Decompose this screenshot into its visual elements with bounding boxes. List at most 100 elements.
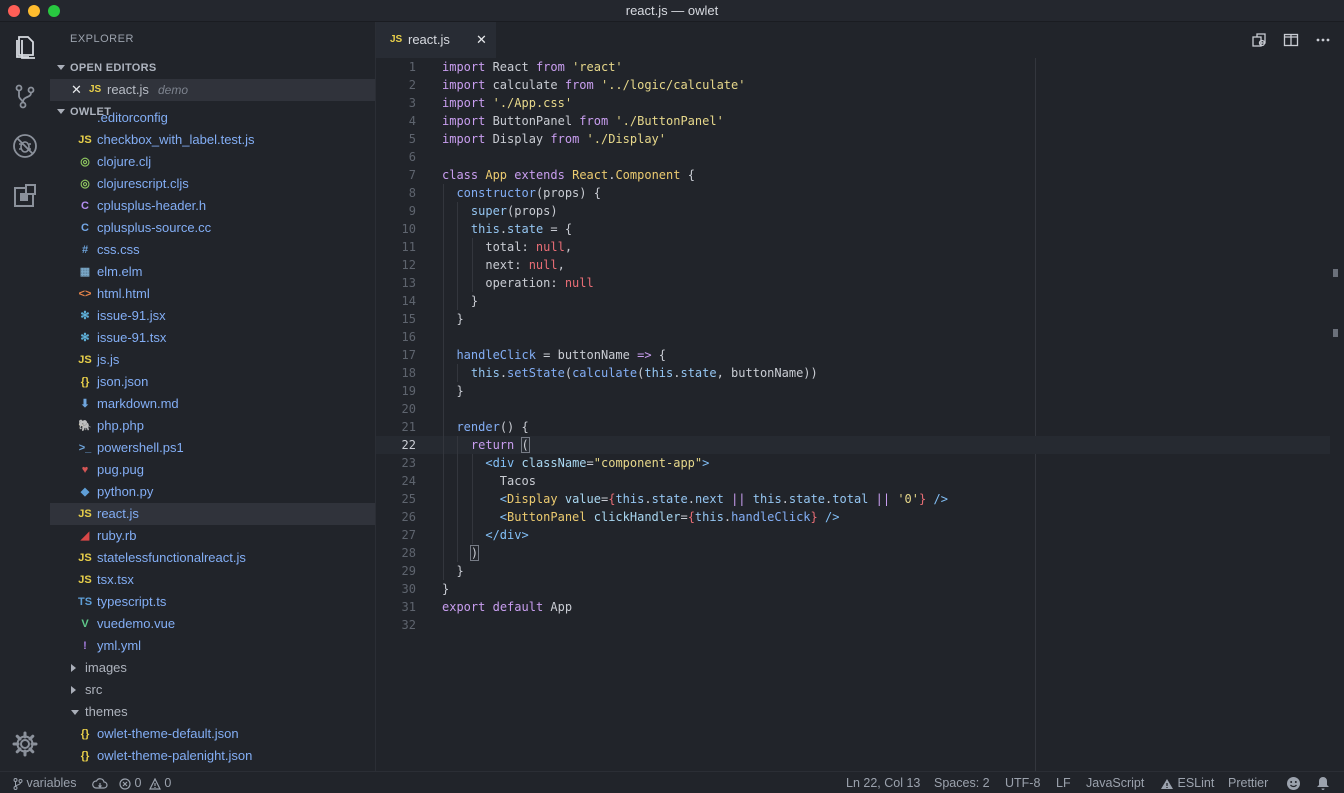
split-editor-icon[interactable]: [1282, 31, 1300, 49]
code-line[interactable]: 23 <div className="component-app">: [376, 454, 1330, 472]
problems-indicator[interactable]: 0 0: [119, 772, 171, 793]
warning-count: 0: [164, 776, 172, 790]
folder-themes[interactable]: themes: [50, 701, 375, 723]
open-editors-section[interactable]: OPEN EDITORS: [50, 57, 375, 79]
file-item[interactable]: JS js.js: [50, 349, 375, 371]
code-line[interactable]: 12 next: null,: [376, 256, 1330, 274]
branch-indicator[interactable]: variables: [13, 772, 77, 793]
sync-icon[interactable]: [92, 772, 108, 793]
code-line[interactable]: 14 }: [376, 292, 1330, 310]
code-line[interactable]: 6: [376, 148, 1330, 166]
encoding[interactable]: UTF-8: [1005, 772, 1040, 793]
file-item[interactable]: ✻ issue-91.jsx: [50, 305, 375, 327]
file-name: ruby.rb: [97, 528, 137, 543]
file-item[interactable]: ! yml.yml: [50, 635, 375, 657]
notifications-bell-icon[interactable]: [1316, 772, 1330, 793]
file-item[interactable]: .editorconfig: [50, 107, 375, 129]
code-line[interactable]: 1 import React from 'react': [376, 58, 1330, 76]
open-changes-icon[interactable]: [1250, 31, 1268, 49]
file-type-icon: 🐘: [78, 420, 92, 432]
scrollbar-marker[interactable]: [1333, 269, 1338, 277]
language-mode[interactable]: JavaScript: [1086, 772, 1144, 793]
open-editor-item[interactable]: ✕ JS react.js demo: [50, 79, 375, 101]
code-line[interactable]: 11 total: null,: [376, 238, 1330, 256]
file-item[interactable]: JS statelessfunctionalreact.js: [50, 547, 375, 569]
file-item[interactable]: >_ powershell.ps1: [50, 437, 375, 459]
code-line[interactable]: 32: [376, 616, 1330, 634]
code-line[interactable]: 21 render() {: [376, 418, 1330, 436]
file-name: owlet-theme-default.json: [97, 726, 239, 741]
file-item[interactable]: {} owlet-theme-default.json: [50, 723, 375, 745]
file-item[interactable]: ◎ clojurescript.cljs: [50, 173, 375, 195]
tab-react-js[interactable]: JS react.js ✕: [376, 22, 496, 58]
code-line[interactable]: 31 export default App: [376, 598, 1330, 616]
file-item[interactable]: ▦ elm.elm: [50, 261, 375, 283]
close-icon[interactable]: ✕: [71, 79, 82, 101]
code-line[interactable]: 7 class App extends React.Component {: [376, 166, 1330, 184]
code-line[interactable]: 18 this.setState(calculate(this.state, b…: [376, 364, 1330, 382]
file-item[interactable]: ⬇ markdown.md: [50, 393, 375, 415]
code-line[interactable]: 10 this.state = {: [376, 220, 1330, 238]
open-editor-description: demo: [158, 83, 189, 97]
cursor-position[interactable]: Ln 22, Col 13: [846, 772, 920, 793]
code-line[interactable]: 19 }: [376, 382, 1330, 400]
code-line[interactable]: 26 <ButtonPanel clickHandler={this.handl…: [376, 508, 1330, 526]
code-line[interactable]: 22 return (: [376, 436, 1330, 454]
code-line[interactable]: 2 import calculate from '../logic/calcula…: [376, 76, 1330, 94]
source-control-icon[interactable]: [9, 80, 41, 112]
code-line[interactable]: 28 ): [376, 544, 1330, 562]
file-item[interactable]: 🐘 php.php: [50, 415, 375, 437]
code-line[interactable]: 8 constructor(props) {: [376, 184, 1330, 202]
file-item[interactable]: {} json.json: [50, 371, 375, 393]
explorer-icon[interactable]: [9, 31, 41, 63]
eslint-label: ESLint: [1177, 776, 1215, 790]
code-line[interactable]: 9 super(props): [376, 202, 1330, 220]
line-number: 10: [401, 222, 416, 236]
extensions-icon[interactable]: [9, 180, 41, 212]
code-editor[interactable]: 1 import React from 'react' 2 import calcul…: [376, 58, 1344, 771]
indent-guide: [443, 184, 444, 580]
code-line[interactable]: 5 import Display from './Display': [376, 130, 1330, 148]
folder-images[interactable]: images: [50, 657, 375, 679]
feedback-smiley-icon[interactable]: [1286, 772, 1301, 793]
indentation[interactable]: Spaces: 2: [934, 772, 990, 793]
code-line[interactable]: 27 </div>: [376, 526, 1330, 544]
code-line[interactable]: 3 import './App.css': [376, 94, 1330, 112]
code-line[interactable]: 17 handleClick = buttonName => {: [376, 346, 1330, 364]
file-item[interactable]: # css.css: [50, 239, 375, 261]
settings-gear-icon[interactable]: [9, 728, 41, 760]
file-item[interactable]: ✻ issue-91.tsx: [50, 327, 375, 349]
file-item[interactable]: ◢ ruby.rb: [50, 525, 375, 547]
file-item[interactable]: ♥ pug.pug: [50, 459, 375, 481]
file-item[interactable]: TS typescript.ts: [50, 591, 375, 613]
chevron-right-icon: [71, 664, 76, 672]
file-item[interactable]: ◆ python.py: [50, 481, 375, 503]
file-item[interactable]: {} owlet-theme-palenight.json: [50, 745, 375, 767]
scrollbar-marker[interactable]: [1333, 329, 1338, 337]
file-item[interactable]: Ccplusplus-source.cc: [50, 217, 375, 239]
file-item[interactable]: JS tsx.tsx: [50, 569, 375, 591]
file-item[interactable]: ◎ clojure.clj: [50, 151, 375, 173]
eslint-status[interactable]: ESLint: [1160, 772, 1214, 793]
debug-icon[interactable]: [9, 130, 41, 162]
end-of-line[interactable]: LF: [1056, 772, 1071, 793]
file-item[interactable]: <> html.html: [50, 283, 375, 305]
folder-src[interactable]: src: [50, 679, 375, 701]
code-line[interactable]: 20: [376, 400, 1330, 418]
file-item[interactable]: Vvuedemo.vue: [50, 613, 375, 635]
code-line[interactable]: 29 }: [376, 562, 1330, 580]
code-line[interactable]: 30}: [376, 580, 1330, 598]
more-actions-icon[interactable]: [1314, 31, 1332, 49]
file-item[interactable]: Ccplusplus-header.h: [50, 195, 375, 217]
code-line[interactable]: 4 import ButtonPanel from './ButtonPanel': [376, 112, 1330, 130]
prettier-status[interactable]: Prettier: [1228, 772, 1268, 793]
code-line[interactable]: 13 operation: null: [376, 274, 1330, 292]
close-icon[interactable]: ✕: [476, 22, 487, 58]
code-line[interactable]: 15 }: [376, 310, 1330, 328]
file-item[interactable]: JS react.js: [50, 503, 375, 525]
code-line[interactable]: 16: [376, 328, 1330, 346]
code-line[interactable]: 24 Tacos: [376, 472, 1330, 490]
file-item[interactable]: JS checkbox_with_label.test.js: [50, 129, 375, 151]
code-text: import './App.css': [442, 96, 573, 110]
code-line[interactable]: 25 <Display value={this.state.next || th…: [376, 490, 1330, 508]
